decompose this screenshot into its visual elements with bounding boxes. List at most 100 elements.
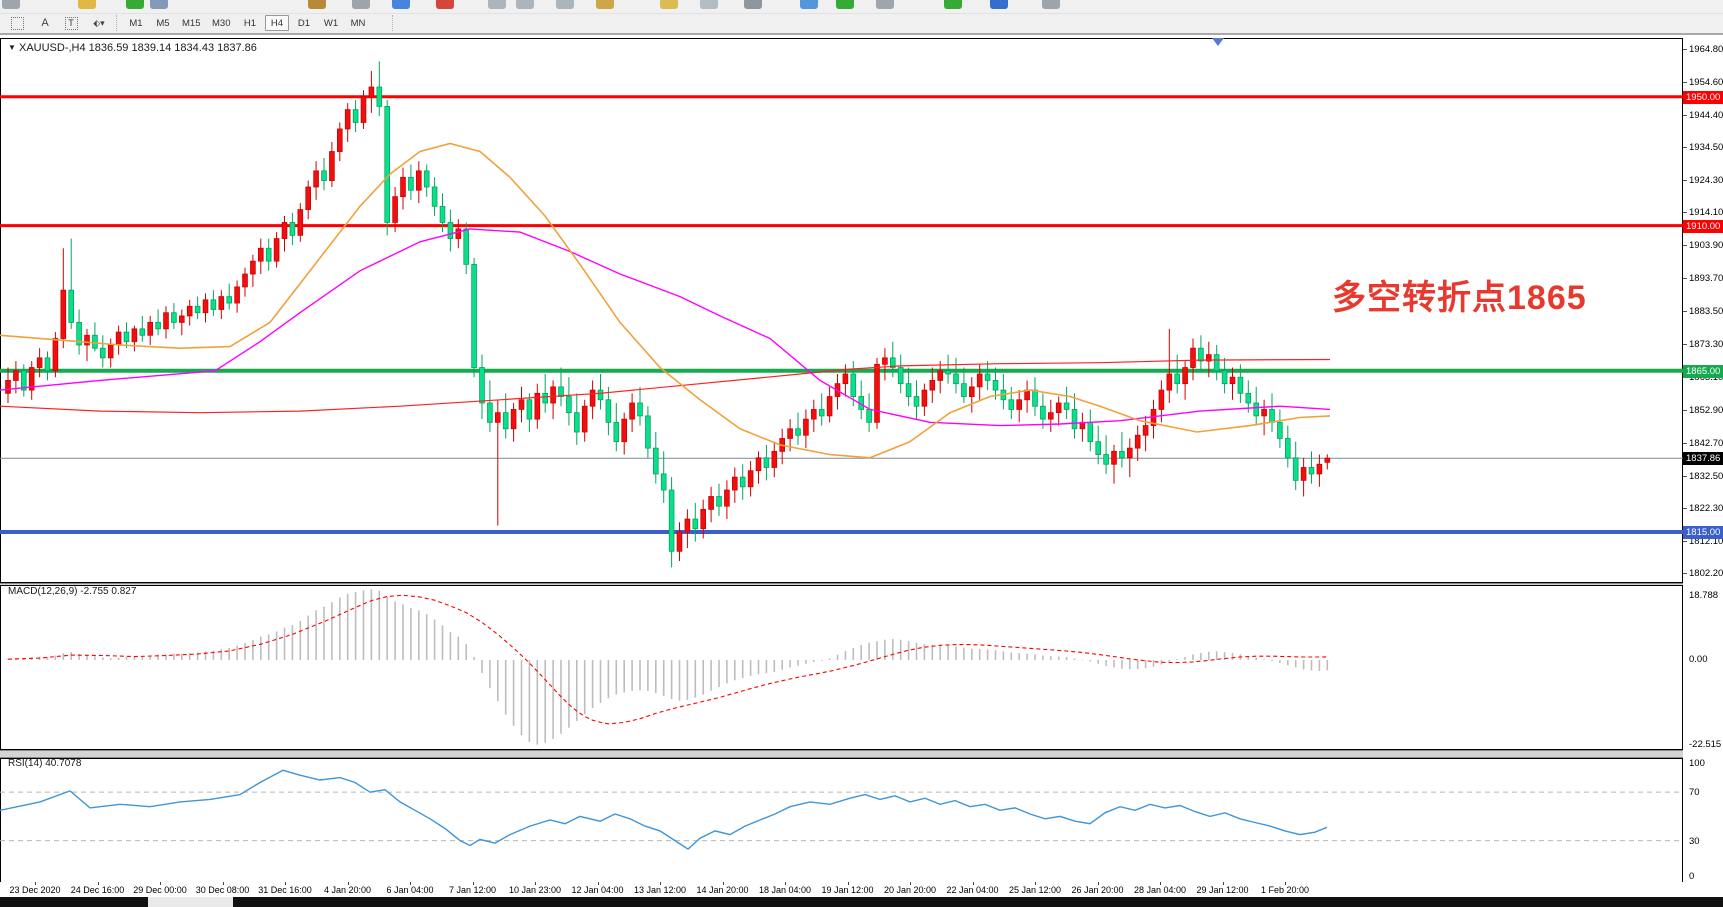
- toolbar-icon[interactable]: [126, 0, 144, 9]
- time-axis[interactable]: 23 Dec 202024 Dec 16:0029 Dec 00:0030 De…: [0, 882, 1683, 897]
- price-tick-label: 1903.90: [1689, 240, 1723, 251]
- price-tick: [1683, 410, 1687, 411]
- price-level-badge: 1865.00: [1683, 365, 1723, 378]
- macd-axis-label: 18.788: [1689, 590, 1718, 601]
- current-price-badge: 1837.86: [1683, 452, 1723, 465]
- macd-histogram: [8, 589, 1327, 744]
- time-tick-label: 13 Jan 12:00: [634, 885, 686, 895]
- ma-red: [0, 360, 1330, 413]
- price-tick-label: 1954.60: [1689, 77, 1723, 88]
- price-tick: [1683, 147, 1687, 148]
- text-label-icon-icon[interactable]: A: [34, 16, 56, 31]
- toolbar-icon[interactable]: [876, 0, 894, 9]
- toolbar-icon[interactable]: [744, 0, 762, 9]
- timeframe-button-m1[interactable]: M1: [124, 15, 148, 31]
- toolbar-separator: [116, 15, 117, 31]
- price-tick-label: 1914.10: [1689, 207, 1723, 218]
- toolbar-icon[interactable]: [660, 0, 678, 9]
- price-level-badge: 1815.00: [1683, 526, 1723, 539]
- toolbar-icon[interactable]: [1042, 0, 1060, 9]
- macd-chart[interactable]: [0, 583, 1683, 747]
- time-tick-label: 4 Jan 20:00: [324, 885, 371, 895]
- taskbar-gap: [148, 897, 233, 907]
- price-level-badge: 1950.00: [1683, 91, 1723, 104]
- time-tick-label: 20 Jan 20:00: [884, 885, 936, 895]
- macd-axis-label: -22.515: [1689, 739, 1721, 750]
- crosshair-grid-icon-icon[interactable]: [6, 16, 28, 31]
- price-tick-label: 1893.70: [1689, 273, 1723, 284]
- time-tick-label: 28 Jan 04:00: [1134, 885, 1186, 895]
- rsi-label: RSI(14) 40.7078: [8, 758, 81, 769]
- ma-orange: [0, 144, 1330, 458]
- time-tick-label: 14 Jan 20:00: [696, 885, 748, 895]
- toolbar-icon[interactable]: [990, 0, 1008, 9]
- toolbar-icon[interactable]: [392, 0, 410, 9]
- price-tick: [1683, 245, 1687, 246]
- price-tick: [1683, 476, 1687, 477]
- ma-magenta: [0, 229, 1330, 426]
- chart-toolbar: AT ⬖▾ M1M5M15M30H1H4D1W1MN: [0, 14, 1723, 33]
- toolbar-separator: [392, 15, 393, 31]
- timeframe-button-h4[interactable]: H4: [265, 15, 289, 31]
- time-tick-label: 22 Jan 04:00: [946, 885, 998, 895]
- toolbar-icon[interactable]: [352, 0, 370, 9]
- timeframe-button-m5[interactable]: M5: [151, 15, 175, 31]
- time-tick-label: 31 Dec 16:00: [258, 885, 312, 895]
- toolbar-icon[interactable]: [150, 0, 168, 9]
- price-tick: [1683, 115, 1687, 116]
- time-tick-label: 1 Feb 20:00: [1261, 885, 1309, 895]
- objects-dropdown-icon-icon[interactable]: ⬖▾: [88, 16, 110, 31]
- toolbar-icon[interactable]: [596, 0, 614, 9]
- chart-dropdown-icon[interactable]: ▼: [8, 43, 16, 52]
- main-toolbar-clipped: [0, 0, 1723, 14]
- timeframe-button-m15[interactable]: M15: [178, 15, 204, 31]
- timeframe-button-h1[interactable]: H1: [238, 15, 262, 31]
- chart-text-annotation[interactable]: 多空转折点1865: [1332, 270, 1587, 319]
- time-tick-label: 29 Dec 00:00: [133, 885, 187, 895]
- timeframe-button-m30[interactable]: M30: [208, 15, 234, 31]
- text-box-icon-icon[interactable]: T: [60, 16, 82, 31]
- time-tick-label: 29 Jan 12:00: [1196, 885, 1248, 895]
- rsi-line: [0, 770, 1327, 849]
- toolbar-icon[interactable]: [700, 0, 718, 9]
- time-tick-label: 25 Jan 12:00: [1009, 885, 1061, 895]
- price-tick-label: 1842.70: [1689, 438, 1723, 449]
- price-tick: [1683, 49, 1687, 50]
- price-tick: [1683, 443, 1687, 444]
- price-tick-label: 1964.80: [1689, 44, 1723, 55]
- price-tick-label: 1873.30: [1689, 339, 1723, 350]
- time-tick-label: 10 Jan 23:00: [509, 885, 561, 895]
- chart-shift-marker-icon[interactable]: [1212, 38, 1224, 46]
- price-tick: [1683, 212, 1687, 213]
- chart-title[interactable]: ▼ XAUUSD-,H4 1836.59 1839.14 1834.43 183…: [8, 42, 257, 54]
- macd-axis-label: 0.00: [1689, 654, 1708, 665]
- candles-layer: [6, 61, 1330, 567]
- time-tick-label: 7 Jan 12:00: [449, 885, 496, 895]
- toolbar-icon[interactable]: [516, 0, 534, 9]
- time-tick-label: 24 Dec 16:00: [71, 885, 125, 895]
- price-tick-label: 1924.30: [1689, 175, 1723, 186]
- timeframe-button-mn[interactable]: MN: [346, 15, 370, 31]
- price-tick: [1683, 508, 1687, 509]
- price-axis[interactable]: 1964.801954.601944.401934.501924.301914.…: [1683, 36, 1723, 897]
- toolbar-icon[interactable]: [944, 0, 962, 9]
- rsi-axis-label: 70: [1689, 787, 1700, 798]
- toolbar-icon[interactable]: [436, 0, 454, 9]
- macd-label: MACD(12,26,9) -2.755 0.827: [8, 586, 136, 597]
- time-tick-label: 18 Jan 04:00: [759, 885, 811, 895]
- toolbar-icon[interactable]: [308, 0, 326, 9]
- timeframe-button-d1[interactable]: D1: [292, 15, 316, 31]
- toolbar-icon[interactable]: [800, 0, 818, 9]
- price-tick-label: 1944.40: [1689, 110, 1723, 121]
- toolbar-icon[interactable]: [488, 0, 506, 9]
- rsi-chart[interactable]: [0, 756, 1683, 881]
- price-tick: [1683, 573, 1687, 574]
- toolbar-icon[interactable]: [78, 0, 96, 9]
- rsi-axis-label: 0: [1689, 871, 1694, 882]
- toolbar-icon[interactable]: [836, 0, 854, 9]
- toolbar-icon[interactable]: [556, 0, 574, 9]
- timeframe-button-w1[interactable]: W1: [319, 15, 343, 31]
- toolbar-icon[interactable]: [2, 0, 20, 9]
- time-tick-label: 12 Jan 04:00: [571, 885, 623, 895]
- price-tick: [1683, 311, 1687, 312]
